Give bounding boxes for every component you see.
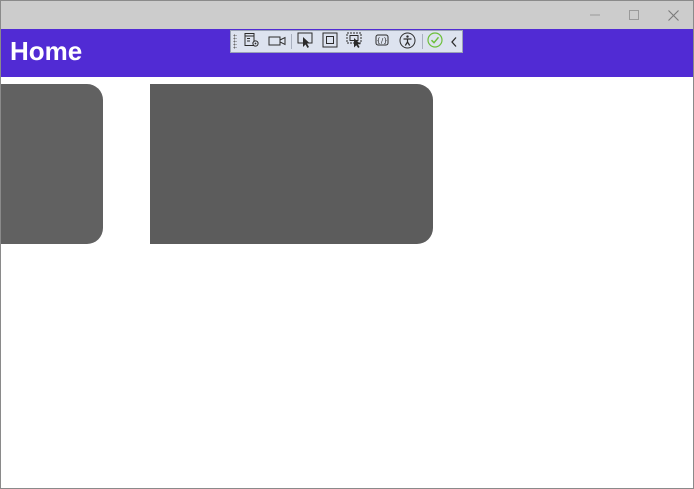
accessibility-icon [399, 32, 416, 53]
carousel-card[interactable] [1, 84, 103, 244]
accessibility-checker-button[interactable] [397, 32, 417, 52]
hot-reload-status-button[interactable] [425, 32, 445, 52]
go-to-live-visual-tree-button[interactable] [242, 32, 262, 52]
svg-text:{/}: {/} [376, 37, 387, 45]
minimize-button[interactable] [575, 1, 615, 29]
select-element-button[interactable] [295, 32, 315, 52]
track-focused-element-icon [346, 32, 364, 52]
minimize-icon [590, 10, 600, 20]
collapse-toolbar-icon [450, 33, 458, 52]
page-title: Home [10, 36, 83, 66]
title-bar[interactable] [1, 1, 693, 29]
display-layout-adorners-button[interactable] [320, 32, 340, 52]
collapse-toolbar-button[interactable] [446, 32, 462, 52]
display-layout-adorners-icon [322, 32, 338, 52]
content-area [1, 77, 693, 488]
show-in-app-toolbar-recording-icon [268, 33, 286, 52]
select-element-icon [297, 32, 314, 52]
close-icon [667, 9, 679, 21]
carousel-card[interactable] [150, 84, 433, 244]
go-to-live-visual-tree-icon [244, 32, 260, 52]
maximize-icon [629, 10, 639, 20]
hot-reload-binding-button[interactable]: {/} [372, 32, 392, 52]
track-focused-element-button[interactable] [345, 32, 365, 52]
toolbar-separator [422, 34, 423, 49]
hot-reload-binding-icon: {/} [374, 32, 390, 52]
maximize-button[interactable] [614, 1, 654, 29]
app-window: Home {/} [0, 0, 694, 489]
show-in-app-toolbar-button[interactable] [267, 32, 287, 52]
close-button[interactable] [653, 1, 693, 29]
xaml-debug-toolbar: {/} [230, 30, 463, 53]
hot-reload-ok-icon [427, 32, 443, 52]
toolbar-grip-icon[interactable] [233, 34, 237, 49]
toolbar-separator [291, 34, 292, 49]
